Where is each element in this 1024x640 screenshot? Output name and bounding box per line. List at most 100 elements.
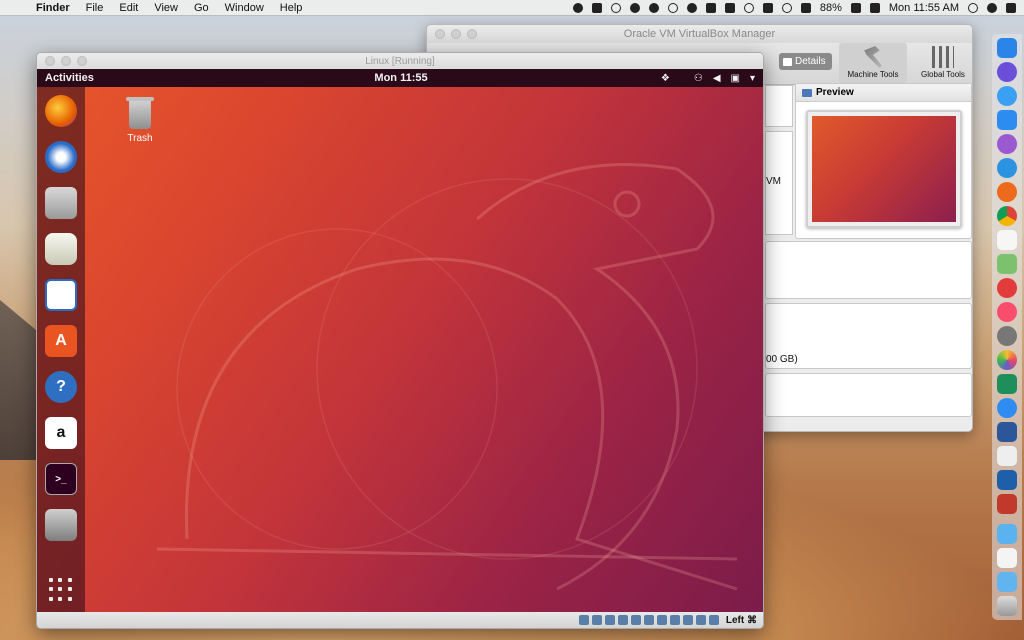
siri-icon[interactable] — [987, 2, 997, 13]
help-icon[interactable]: ? — [45, 371, 77, 403]
microphone-icon[interactable] — [705, 2, 716, 13]
screenshot-camera-icon[interactable] — [45, 509, 77, 541]
battery-icon[interactable] — [850, 2, 861, 13]
hard-disk-icon[interactable] — [578, 615, 589, 625]
machine-tools-button[interactable]: Machine Tools — [839, 43, 907, 83]
cloud-icon[interactable] — [629, 2, 640, 13]
audio-icon[interactable] — [604, 615, 615, 625]
notes-dock-icon[interactable] — [997, 230, 1017, 250]
volume-tray-icon[interactable]: ◀ — [713, 73, 721, 84]
amazon-icon[interactable]: a — [45, 417, 77, 449]
textedit-dock-icon[interactable] — [997, 446, 1017, 466]
user-switch-icon[interactable] — [869, 2, 880, 13]
preview-monitor-icon — [802, 88, 812, 97]
finder-dock-icon[interactable] — [997, 38, 1017, 58]
system-preferences-dock-icon[interactable] — [997, 326, 1017, 346]
usb-icon[interactable] — [630, 615, 641, 625]
bell-icon[interactable] — [686, 2, 697, 13]
rhythmbox-icon[interactable] — [45, 233, 77, 265]
notification-center-icon[interactable] — [1006, 2, 1016, 13]
dropbox-icon[interactable] — [591, 2, 602, 13]
safari-dock-icon[interactable] — [997, 86, 1017, 106]
app-store-dock-icon[interactable] — [997, 110, 1017, 130]
finder-menu[interactable]: Finder — [28, 2, 78, 14]
sync-icon[interactable] — [667, 2, 678, 13]
vbox-title: Oracle VM VirtualBox Manager — [623, 28, 776, 40]
help-menu[interactable]: Help — [272, 2, 311, 14]
trash-desktop-item[interactable]: Trash — [115, 97, 165, 144]
vbox-titlebar[interactable]: Oracle VM VirtualBox Manager — [427, 25, 972, 43]
battery-percent[interactable]: 88% — [820, 2, 842, 14]
vm-list-peek-2: VM — [765, 131, 793, 235]
ubuntu-desktop[interactable]: Activities Mon 11:55 ❖ ⚇ ◀ ▣ ▾ A ? a >_ — [37, 69, 763, 614]
video-capture-icon[interactable] — [669, 615, 680, 625]
libreoffice-writer-icon[interactable] — [45, 279, 77, 311]
ubuntu-system-tray: ❖ ⚇ ◀ ▣ ▾ — [661, 73, 763, 84]
ubuntu-clock[interactable]: Mon 11:55 — [37, 72, 763, 84]
word-dock-icon[interactable] — [997, 422, 1017, 442]
compass-dock-icon[interactable] — [997, 158, 1017, 178]
photos-dock-icon[interactable] — [997, 350, 1017, 370]
activities-button[interactable]: Activities — [37, 72, 94, 84]
global-tools-button[interactable]: Global Tools — [909, 43, 972, 83]
files-icon[interactable] — [45, 187, 77, 219]
details-section-1 — [765, 241, 972, 299]
network-icon[interactable]: ⚇ — [694, 73, 703, 84]
trash-dock-icon[interactable] — [997, 596, 1017, 616]
menubar-clock[interactable]: Mon 11:55 AM — [889, 2, 959, 14]
folder-dock-icon[interactable] — [997, 524, 1017, 544]
mac-menubar: Finder File Edit View Go Window Help 88%… — [0, 0, 1024, 16]
dropbox-tray-icon[interactable]: ❖ — [661, 73, 670, 84]
creative-cloud-icon[interactable] — [610, 2, 621, 13]
itunes-dock-icon[interactable] — [997, 302, 1017, 322]
thunderbird-icon[interactable] — [45, 141, 77, 173]
virtualbox-dock-icon[interactable] — [997, 470, 1017, 490]
firefox-dock-icon[interactable] — [997, 182, 1017, 202]
maps-dock-icon[interactable] — [997, 254, 1017, 274]
downloads-folder-dock-icon[interactable] — [997, 572, 1017, 592]
wifi-icon[interactable] — [781, 2, 792, 13]
system-menu-arrow-icon[interactable]: ▾ — [750, 73, 755, 84]
preview-panel: Preview — [795, 83, 972, 239]
keyboard-capture-icon[interactable] — [708, 615, 719, 625]
tools-icon — [932, 46, 954, 68]
scrivener-dock-icon[interactable] — [997, 374, 1017, 394]
volume-icon[interactable] — [800, 2, 811, 13]
display-icon[interactable] — [724, 2, 735, 13]
messenger-dock-icon[interactable] — [997, 398, 1017, 418]
preview-dock-icon[interactable] — [997, 494, 1017, 514]
details-section-3 — [765, 373, 972, 417]
terminal-icon[interactable]: >_ — [45, 463, 77, 495]
peek-text-storage: 00 GB) — [766, 354, 798, 365]
bluetooth-icon[interactable] — [762, 2, 773, 13]
blocker-dock-icon[interactable] — [997, 278, 1017, 298]
show-applications-icon[interactable] — [49, 578, 73, 602]
chrome-dock-icon[interactable] — [997, 206, 1017, 226]
shared-folders-icon[interactable] — [643, 615, 654, 625]
launchpad-dock-icon[interactable] — [997, 62, 1017, 82]
time-machine-icon[interactable] — [743, 2, 754, 13]
edit-menu[interactable]: Edit — [111, 2, 146, 14]
virtualization-icon[interactable] — [682, 615, 693, 625]
mouse-integration-icon[interactable] — [695, 615, 706, 625]
firefox-icon[interactable] — [45, 95, 77, 127]
status-app-icon[interactable] — [572, 2, 583, 13]
vm-titlebar[interactable]: Linux [Running] — [37, 53, 763, 69]
podcast-dock-icon[interactable] — [997, 134, 1017, 154]
display-status-icon[interactable] — [656, 615, 667, 625]
document-dock-icon[interactable] — [997, 548, 1017, 568]
software-center-icon[interactable]: A — [45, 325, 77, 357]
power-menu-icon[interactable]: ▣ — [731, 73, 740, 84]
file-menu[interactable]: File — [78, 2, 112, 14]
optical-drive-icon[interactable] — [591, 615, 602, 625]
go-menu[interactable]: Go — [186, 2, 217, 14]
details-section-2: 00 GB) — [765, 303, 972, 369]
view-menu[interactable]: View — [146, 2, 186, 14]
trash-icon — [126, 97, 154, 129]
hat-icon[interactable] — [648, 2, 659, 13]
window-menu[interactable]: Window — [217, 2, 272, 14]
spotlight-icon[interactable] — [968, 2, 978, 13]
status-area: 88% Mon 11:55 AM — [572, 2, 1024, 14]
network-adapter-icon[interactable] — [617, 615, 628, 625]
details-button[interactable]: Details — [779, 53, 832, 70]
